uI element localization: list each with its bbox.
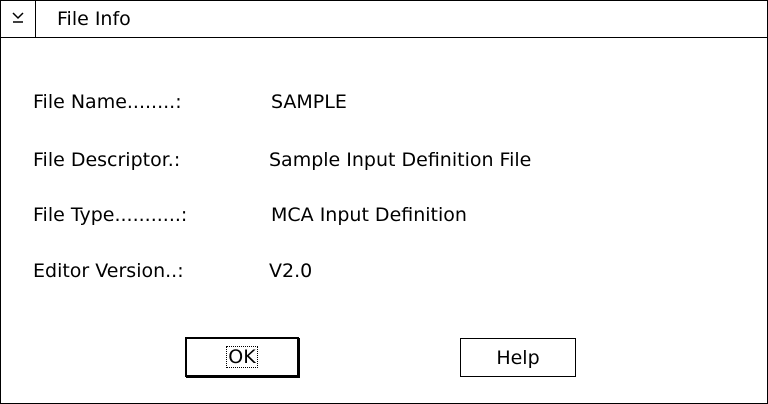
help-button-label: Help (496, 346, 540, 369)
title-bar: File Info (1, 1, 767, 38)
ok-button[interactable]: OK (185, 337, 299, 377)
file-name-value: SAMPLE (271, 91, 347, 113)
window-title: File Info (57, 8, 131, 30)
file-name-label: File Name........: (33, 91, 182, 113)
ok-button-label: OK (226, 346, 258, 368)
editor-version-label: Editor Version..: (33, 260, 184, 282)
system-menu-button[interactable] (1, 1, 36, 37)
editor-version-value: V2.0 (269, 260, 313, 282)
file-descriptor-value: Sample Input Definition File (269, 149, 532, 171)
help-button[interactable]: Help (460, 338, 576, 377)
file-type-value: MCA Input Definition (271, 204, 467, 226)
file-type-label: File Type...........: (33, 204, 188, 226)
file-descriptor-label: File Descriptor.: (33, 149, 181, 171)
file-info-dialog: File Info File Name........: SAMPLE File… (0, 0, 768, 404)
chevron-down-icon (10, 9, 26, 29)
